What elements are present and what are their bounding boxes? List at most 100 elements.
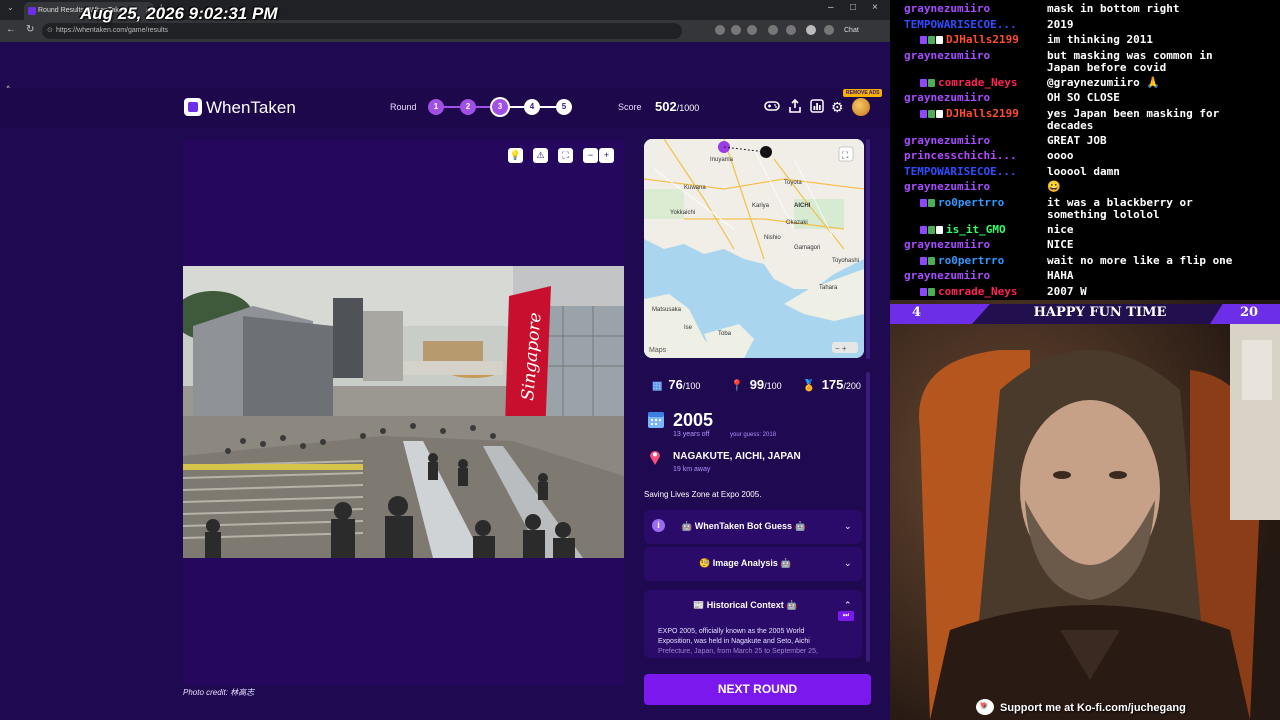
tab-search-icon[interactable]: ⌄ [7, 3, 14, 12]
chat-text: something lololol [1047, 207, 1160, 221]
stats-icon[interactable] [810, 99, 824, 116]
round-dot-5[interactable]: 5 [556, 99, 572, 115]
banner-right-number: 20 [1240, 305, 1259, 320]
date-score-value: 76 [668, 377, 683, 392]
minimize-icon[interactable]: – [828, 2, 834, 13]
warning-icon[interactable]: ⚠ [533, 148, 548, 163]
chat-username[interactable]: graynezumiiro [904, 49, 990, 62]
chat-username[interactable]: comrade_Neys [938, 285, 1017, 298]
years-off: 13 years off [673, 431, 710, 438]
chevron-down-icon[interactable]: ⌄ [844, 558, 852, 569]
cast-icon[interactable] [715, 25, 725, 35]
extension-icon[interactable] [786, 25, 796, 35]
info-icon[interactable]: i [652, 519, 665, 532]
extension-icon[interactable] [768, 25, 778, 35]
share-icon[interactable] [788, 98, 802, 116]
chat-badges [920, 76, 938, 89]
map-fullscreen-icon: ⛶ [841, 150, 849, 160]
round-photo[interactable]: Singapore [183, 266, 624, 558]
profile-avatar[interactable] [806, 25, 816, 35]
bookmark-icon[interactable] [731, 25, 741, 35]
bot-guess-title: 🤖 WhenTaken Bot Guess 🤖 [681, 521, 806, 531]
maximize-icon[interactable]: □ [850, 2, 856, 13]
site-info-icon[interactable]: ⊙ [47, 23, 53, 39]
scrollbar[interactable] [866, 139, 870, 359]
scrollbar[interactable] [866, 372, 870, 662]
chat-username[interactable]: DJHalls2199 [946, 107, 1019, 120]
history-line: EXPO 2005, officially known as the 2005 … [658, 628, 805, 635]
chevron-down-icon[interactable]: ⌄ [844, 521, 852, 532]
chat-badge-icon [936, 36, 943, 44]
chat-badges [920, 33, 946, 46]
chat-username[interactable]: graynezumiiro [904, 269, 990, 282]
zoom-in-icon[interactable]: + [599, 148, 614, 163]
chat-text: wait no more like a flip one [1047, 253, 1233, 267]
zoom-out-icon[interactable]: − [583, 148, 598, 163]
chat-username[interactable]: TEMPOWARISECOE... [904, 165, 1017, 178]
chat-username[interactable]: graynezumiiro [904, 91, 990, 104]
chat-badges [920, 254, 938, 267]
chat-username[interactable]: ro0pertrro [938, 196, 1004, 209]
gear-icon[interactable]: ⚙ [831, 99, 844, 115]
fullscreen-icon[interactable]: ⛶ [558, 148, 573, 163]
remove-ads-button[interactable]: REMOVE ADS [843, 89, 883, 97]
chat-username[interactable]: DJHalls2199 [946, 33, 1019, 46]
chat-username[interactable]: is_it_GMO [946, 223, 1006, 236]
chat-badges [920, 196, 938, 209]
round-dot-1[interactable]: 1 [428, 99, 444, 115]
chat-username[interactable]: TEMPOWARISECOE... [904, 18, 1017, 31]
chat-badge-icon [936, 109, 943, 118]
chat-message: princesschichi... oooo [890, 149, 1280, 162]
chat-text: mask in bottom right [1047, 2, 1180, 15]
map-zoom-controls: − + [835, 344, 847, 353]
round-dot-2[interactable]: 2 [460, 99, 476, 115]
chat-username[interactable]: comrade_Neys [938, 76, 1017, 89]
map-attribution: Maps [649, 347, 667, 354]
url-field[interactable]: ⊙ https://whentaken.com/game/results [42, 23, 682, 39]
gamepad-icon[interactable] [764, 99, 780, 116]
reload-icon[interactable]: ↻ [26, 24, 34, 35]
chat-message: graynezumiiro NICE [890, 238, 1280, 251]
round-dot-4[interactable]: 4 [524, 99, 540, 115]
chevron-up-icon[interactable]: ⌃ [844, 600, 852, 611]
skip-icon[interactable]: ⏭ [838, 611, 854, 621]
round-dot-3[interactable]: 3 [492, 99, 508, 115]
next-round-button[interactable]: NEXT ROUND [644, 674, 871, 705]
browser-menu-icon[interactable] [824, 25, 834, 35]
chat-message: is_it_GMO nice [890, 223, 1280, 236]
brand-logo[interactable]: WhenTaken [184, 98, 296, 118]
map-label: Kariya [752, 203, 770, 209]
chat-text: decades [1047, 118, 1094, 132]
chat-text: 😀 [1047, 180, 1061, 193]
chat-text: @graynezumiiro 🙏 [1047, 75, 1161, 89]
calendar-icon: ▦ [652, 380, 663, 392]
historical-context-title: 📰 Historical Context 🤖 [693, 600, 798, 610]
chat-username[interactable]: ro0pertrro [938, 254, 1004, 267]
close-window-icon[interactable]: × [872, 2, 878, 13]
chat-text: HAHA [1047, 269, 1074, 282]
chat-badge-icon [928, 36, 935, 44]
total-score-value: 175 [821, 377, 844, 392]
round-connector [444, 106, 460, 108]
chat-button[interactable]: Chat [840, 23, 863, 39]
result-map[interactable]: Inuyama Kuwana Yokkaichi Toyota AICHI Ka… [644, 139, 864, 358]
browser-window: ⌄ Round Results | WhenTaken × + – □ × ← … [0, 0, 890, 720]
chat-username[interactable]: graynezumiiro [904, 134, 990, 147]
chat-message: graynezumiiro mask in bottom right [890, 2, 1280, 15]
chat-message: graynezumiiro OH SO CLOSE [890, 91, 1280, 104]
chat-badge-icon [928, 198, 935, 207]
chat-badges [920, 285, 938, 298]
chat-username[interactable]: graynezumiiro [904, 238, 990, 251]
history-line: Prefecture, Japan, from March 25 to Sept… [658, 648, 818, 655]
profile-avatar[interactable] [852, 98, 870, 116]
chat-badge-icon [928, 109, 935, 118]
chat-text: OH SO CLOSE [1047, 91, 1120, 104]
lightbulb-icon[interactable]: 💡 [508, 148, 523, 163]
date-score-max: /100 [682, 381, 701, 391]
banner-left-number: 4 [912, 305, 922, 320]
chat-username[interactable]: graynezumiiro [904, 180, 990, 193]
extension-icon[interactable] [747, 25, 757, 35]
back-icon[interactable]: ← [6, 24, 16, 35]
chat-username[interactable]: graynezumiiro [904, 2, 990, 15]
chat-username[interactable]: princesschichi... [904, 149, 1017, 162]
